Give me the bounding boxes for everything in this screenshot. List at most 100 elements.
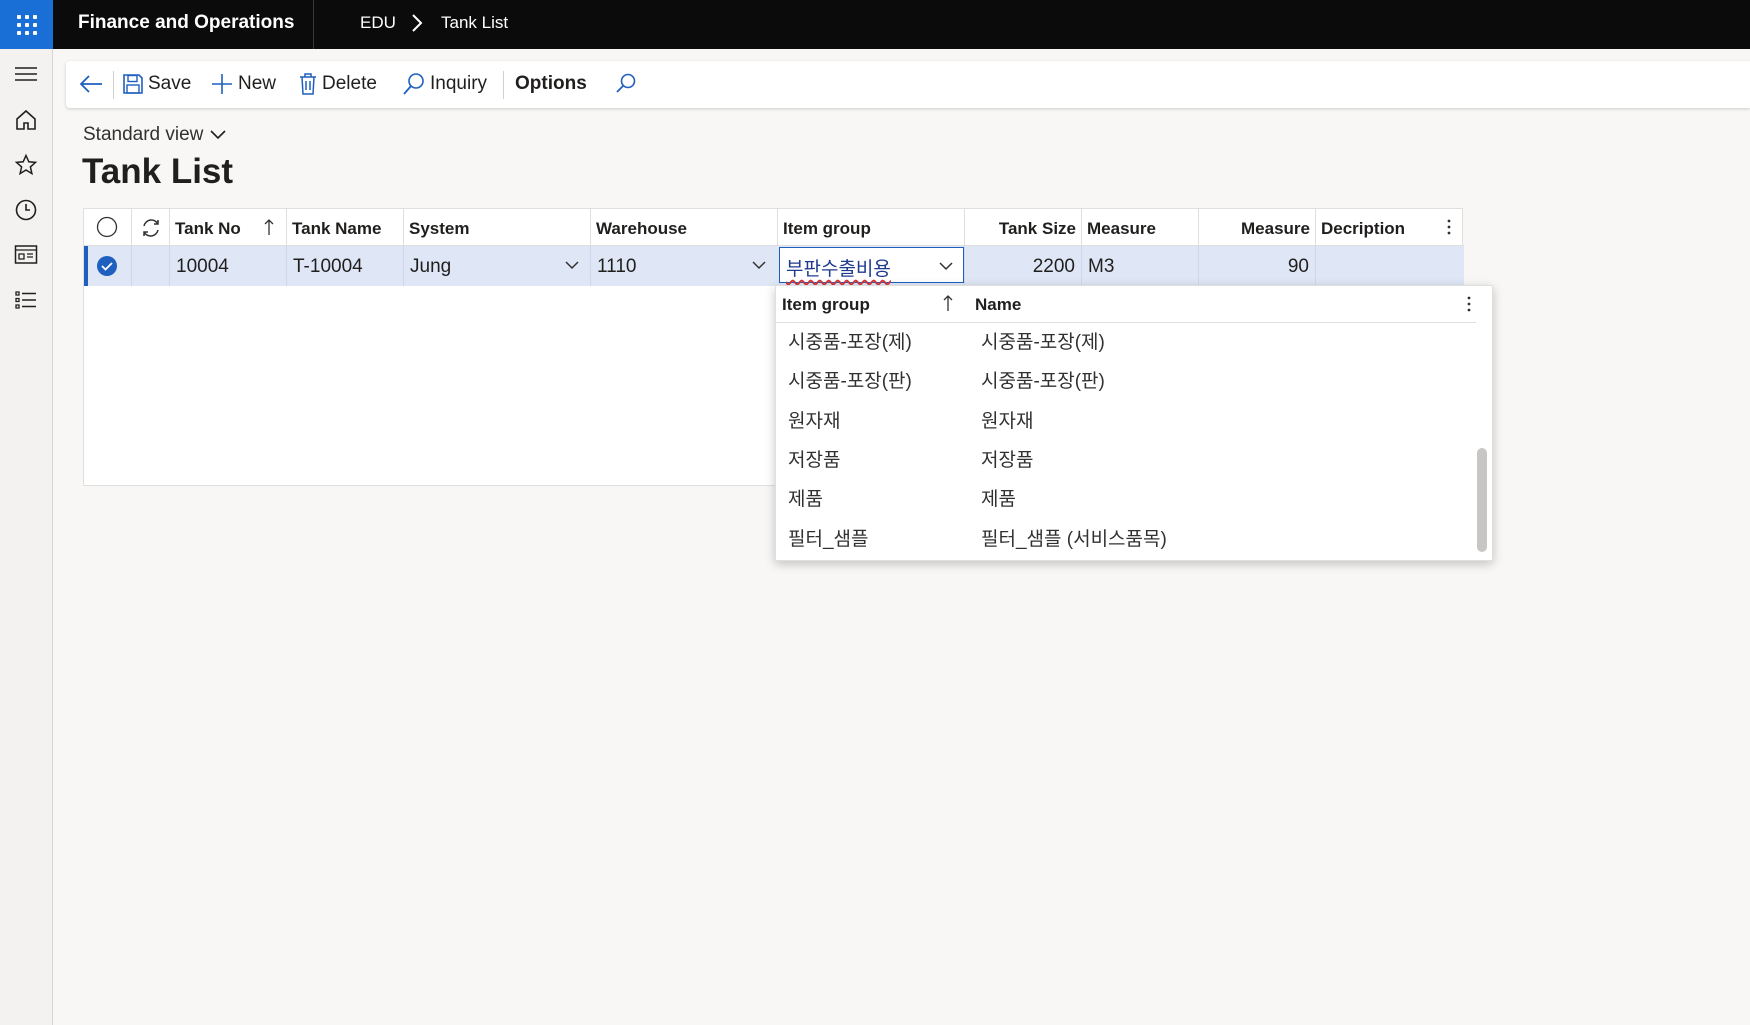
chevron-down-icon: [210, 130, 226, 140]
cell-measure-value[interactable]: 90: [1198, 246, 1315, 286]
delete-button[interactable]: Delete: [298, 69, 377, 99]
home-icon[interactable]: [13, 107, 39, 133]
view-label: Standard view: [83, 124, 204, 145]
magnifier-icon: [403, 73, 424, 95]
column-header-system[interactable]: System: [403, 209, 590, 246]
cell-tank-name[interactable]: T-10004: [286, 246, 403, 286]
column-header-measure[interactable]: Measure: [1081, 209, 1198, 246]
lookup-column-item-group[interactable]: Item group: [782, 295, 870, 315]
lookup-item-group: 시중품-포장(제): [788, 332, 912, 353]
page-title: Tank List: [82, 152, 234, 191]
left-nav: [0, 49, 53, 1025]
breadcrumb-company[interactable]: EDU: [360, 13, 396, 33]
search-button[interactable]: [614, 69, 638, 99]
lookup-item-name: 시중품-포장(제): [981, 332, 1105, 353]
options-button[interactable]: Options: [515, 69, 587, 99]
search-icon: [616, 73, 636, 93]
sort-arrow-up-icon: [264, 219, 274, 235]
table-row[interactable]: 10004 T-10004 Jung 1110 부판수출비용 2200 M3 9…: [84, 246, 1464, 286]
circle-icon: [96, 216, 118, 238]
trash-icon: [300, 73, 316, 95]
top-bar: Finance and Operations EDU Tank List: [0, 0, 1750, 49]
chevron-down-icon[interactable]: [938, 261, 954, 271]
refresh-button[interactable]: [131, 209, 169, 246]
arrow-left-icon: [79, 75, 102, 93]
column-header-description[interactable]: Decription: [1315, 209, 1464, 246]
recent-clock-icon[interactable]: [13, 197, 39, 223]
app-launcher-button[interactable]: [0, 0, 53, 49]
lookup-item-name: 제품: [981, 489, 1016, 510]
cell-description[interactable]: [1315, 246, 1464, 286]
column-header-tank-size[interactable]: Tank Size: [964, 209, 1081, 246]
chevron-down-icon[interactable]: [564, 260, 580, 270]
action-divider: [503, 71, 504, 99]
list-item[interactable]: 시중품-포장(제) 시중품-포장(제): [776, 319, 1476, 359]
cell-tank-size[interactable]: 2200: [964, 246, 1081, 286]
column-header-warehouse[interactable]: Warehouse: [590, 209, 777, 246]
lookup-column-name[interactable]: Name: [975, 295, 1021, 315]
hamburger-icon[interactable]: [13, 61, 39, 87]
more-vertical-icon[interactable]: [1466, 295, 1472, 313]
lookup-item-group: 저장품: [788, 450, 841, 471]
list-item[interactable]: 제품 제품: [776, 476, 1476, 516]
column-label: Tank No: [175, 219, 241, 238]
column-label: Decription: [1321, 219, 1406, 238]
favorites-star-icon[interactable]: [13, 152, 39, 178]
item-group-value: 부판수출비용: [786, 259, 891, 280]
cell-tank-no[interactable]: 10004: [169, 246, 286, 286]
inquiry-button[interactable]: Inquiry: [402, 69, 487, 99]
column-header-measure-value[interactable]: Measure: [1198, 209, 1315, 246]
waffle-icon: [16, 14, 37, 35]
system-value: Jung: [410, 256, 452, 277]
checkmark-circle-icon: [97, 256, 117, 276]
cell-warehouse[interactable]: 1110: [590, 246, 777, 286]
column-header-tank-no[interactable]: Tank No: [169, 209, 286, 246]
save-label: Save: [148, 73, 192, 94]
grid-header: Tank No Tank Name System Warehouse Item …: [84, 209, 1464, 246]
inquiry-label: Inquiry: [430, 73, 488, 94]
back-button[interactable]: [78, 69, 104, 99]
save-button[interactable]: Save: [122, 69, 191, 99]
lookup-header: Item group Name: [776, 286, 1476, 323]
breadcrumb-page[interactable]: Tank List: [441, 13, 508, 33]
app-title[interactable]: Finance and Operations: [78, 12, 294, 34]
lookup-item-group: 시중품-포장(판): [788, 371, 912, 392]
row-spacer: [131, 246, 169, 286]
column-header-tank-name[interactable]: Tank Name: [286, 209, 403, 246]
workspaces-icon[interactable]: [13, 242, 39, 268]
column-header-item-group[interactable]: Item group: [777, 209, 964, 246]
lookup-item-group: 원자재: [788, 411, 841, 432]
chevron-down-icon[interactable]: [751, 260, 767, 270]
list-item[interactable]: 저장품 저장품: [776, 437, 1476, 477]
more-vertical-icon[interactable]: [1446, 218, 1452, 236]
lookup-item-name: 원자재: [981, 411, 1034, 432]
item-group-lookup: Item group Name 시중품-포장(제) 시중품-포장(제) 시중품-…: [775, 285, 1493, 561]
select-all-checkbox[interactable]: [84, 209, 131, 246]
new-button[interactable]: New: [210, 69, 276, 99]
refresh-icon: [143, 219, 159, 237]
list-item[interactable]: 필터_샘플 필터_샘플 (서비스품목): [776, 516, 1476, 556]
row-checkbox[interactable]: [84, 246, 131, 286]
action-divider: [113, 71, 114, 99]
delete-label: Delete: [322, 73, 377, 94]
view-selector[interactable]: Standard view: [83, 124, 227, 146]
cell-measure[interactable]: M3: [1081, 246, 1198, 286]
list-item[interactable]: 시중품-포장(판) 시중품-포장(판): [776, 358, 1476, 398]
lookup-item-name: 저장품: [981, 450, 1034, 471]
plus-icon: [212, 74, 232, 94]
sort-arrow-up-icon: [943, 295, 953, 311]
action-pane: Save New Delete Inquiry Options: [66, 61, 1750, 108]
lookup-item-group: 제품: [788, 489, 823, 510]
lookup-item-group: 필터_샘플: [788, 529, 869, 550]
cell-system[interactable]: Jung: [403, 246, 590, 286]
lookup-scrollbar[interactable]: [1477, 448, 1487, 552]
options-label: Options: [515, 73, 587, 94]
new-label: New: [238, 73, 277, 94]
item-group-input[interactable]: 부판수출비용: [779, 247, 964, 283]
warehouse-value: 1110: [597, 256, 637, 277]
modules-list-icon[interactable]: [13, 287, 39, 313]
lookup-item-name: 필터_샘플 (서비스품목): [981, 529, 1167, 550]
save-icon: [123, 74, 143, 94]
lookup-item-name: 시중품-포장(판): [981, 371, 1105, 392]
list-item[interactable]: 원자재 원자재: [776, 398, 1476, 438]
